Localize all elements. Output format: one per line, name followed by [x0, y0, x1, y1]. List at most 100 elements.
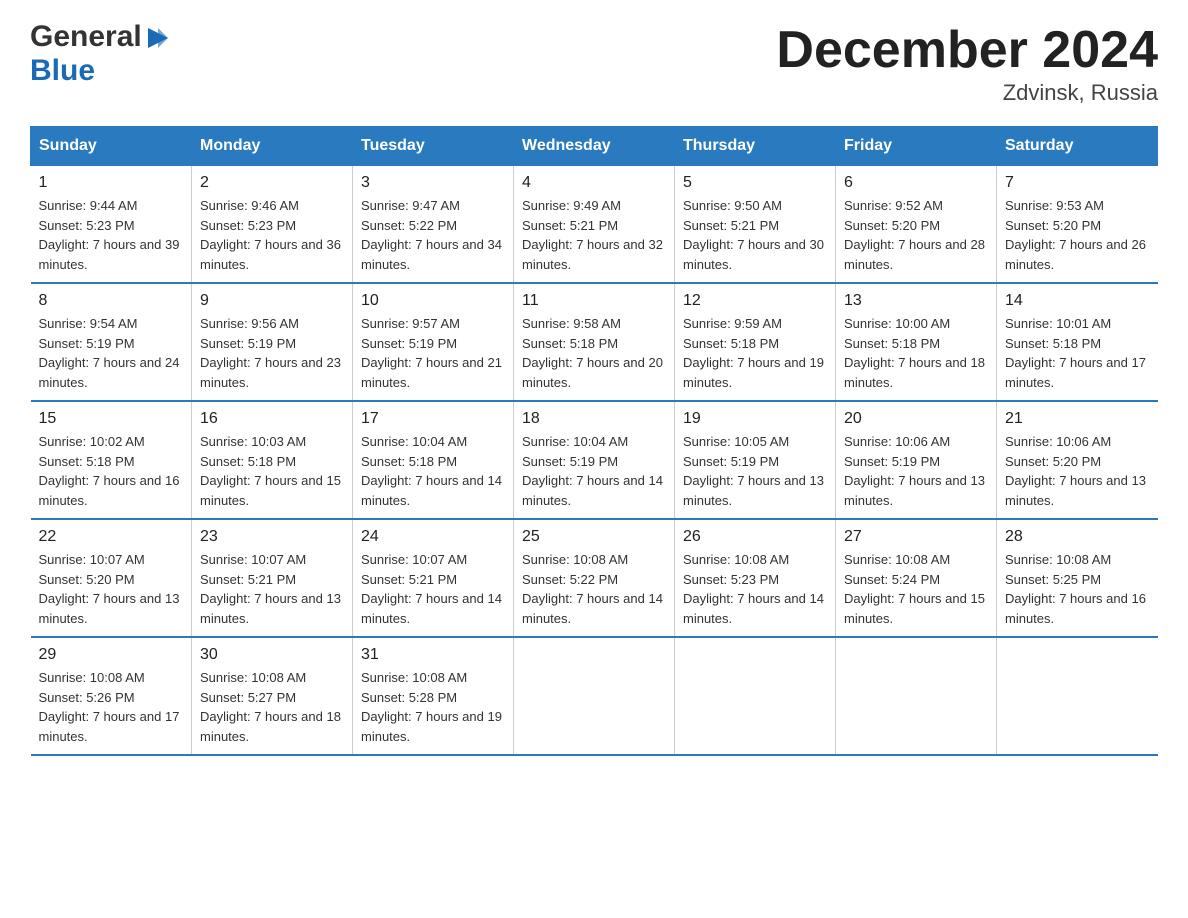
calendar-cell: 15 Sunrise: 10:02 AMSunset: 5:18 PMDayli… [31, 401, 192, 519]
day-info: Sunrise: 10:08 AMSunset: 5:25 PMDaylight… [1005, 550, 1150, 628]
day-number: 18 [522, 410, 666, 428]
calendar-table: SundayMondayTuesdayWednesdayThursdayFrid… [30, 126, 1158, 756]
day-number: 23 [200, 528, 344, 546]
calendar-cell: 8 Sunrise: 9:54 AMSunset: 5:19 PMDayligh… [31, 283, 192, 401]
calendar-week-row: 29 Sunrise: 10:08 AMSunset: 5:26 PMDayli… [31, 637, 1158, 755]
day-info: Sunrise: 9:46 AMSunset: 5:23 PMDaylight:… [200, 196, 344, 274]
calendar-cell: 3 Sunrise: 9:47 AMSunset: 5:22 PMDayligh… [353, 166, 514, 284]
calendar-cell [836, 637, 997, 755]
day-number: 17 [361, 410, 505, 428]
day-header-friday: Friday [836, 127, 997, 166]
day-info: Sunrise: 9:49 AMSunset: 5:21 PMDaylight:… [522, 196, 666, 274]
calendar-cell: 5 Sunrise: 9:50 AMSunset: 5:21 PMDayligh… [675, 166, 836, 284]
day-info: Sunrise: 10:07 AMSunset: 5:21 PMDaylight… [200, 550, 344, 628]
day-info: Sunrise: 9:54 AMSunset: 5:19 PMDaylight:… [39, 314, 184, 392]
day-header-saturday: Saturday [997, 127, 1158, 166]
day-header-monday: Monday [192, 127, 353, 166]
calendar-week-row: 22 Sunrise: 10:07 AMSunset: 5:20 PMDayli… [31, 519, 1158, 637]
calendar-cell: 12 Sunrise: 9:59 AMSunset: 5:18 PMDaylig… [675, 283, 836, 401]
day-number: 30 [200, 646, 344, 664]
calendar-cell: 22 Sunrise: 10:07 AMSunset: 5:20 PMDayli… [31, 519, 192, 637]
day-info: Sunrise: 10:03 AMSunset: 5:18 PMDaylight… [200, 432, 344, 510]
calendar-cell: 27 Sunrise: 10:08 AMSunset: 5:24 PMDayli… [836, 519, 997, 637]
day-info: Sunrise: 10:06 AMSunset: 5:20 PMDaylight… [1005, 432, 1150, 510]
day-number: 9 [200, 292, 344, 310]
calendar-cell: 30 Sunrise: 10:08 AMSunset: 5:27 PMDayli… [192, 637, 353, 755]
day-number: 6 [844, 174, 988, 192]
day-info: Sunrise: 10:06 AMSunset: 5:19 PMDaylight… [844, 432, 988, 510]
day-number: 21 [1005, 410, 1150, 428]
page-title: December 2024 [776, 20, 1158, 80]
day-number: 27 [844, 528, 988, 546]
day-info: Sunrise: 10:08 AMSunset: 5:26 PMDaylight… [39, 668, 184, 746]
day-number: 20 [844, 410, 988, 428]
day-info: Sunrise: 9:47 AMSunset: 5:22 PMDaylight:… [361, 196, 505, 274]
day-info: Sunrise: 10:04 AMSunset: 5:18 PMDaylight… [361, 432, 505, 510]
calendar-cell: 14 Sunrise: 10:01 AMSunset: 5:18 PMDayli… [997, 283, 1158, 401]
day-number: 2 [200, 174, 344, 192]
calendar-cell: 9 Sunrise: 9:56 AMSunset: 5:19 PMDayligh… [192, 283, 353, 401]
day-info: Sunrise: 10:02 AMSunset: 5:18 PMDaylight… [39, 432, 184, 510]
day-number: 11 [522, 292, 666, 310]
day-header-wednesday: Wednesday [514, 127, 675, 166]
day-info: Sunrise: 10:07 AMSunset: 5:20 PMDaylight… [39, 550, 184, 628]
day-info: Sunrise: 10:08 AMSunset: 5:24 PMDaylight… [844, 550, 988, 628]
logo-arrow-icon [144, 24, 172, 52]
day-info: Sunrise: 9:56 AMSunset: 5:19 PMDaylight:… [200, 314, 344, 392]
calendar-cell: 29 Sunrise: 10:08 AMSunset: 5:26 PMDayli… [31, 637, 192, 755]
calendar-cell: 4 Sunrise: 9:49 AMSunset: 5:21 PMDayligh… [514, 166, 675, 284]
day-number: 8 [39, 292, 184, 310]
calendar-cell: 11 Sunrise: 9:58 AMSunset: 5:18 PMDaylig… [514, 283, 675, 401]
day-info: Sunrise: 10:00 AMSunset: 5:18 PMDaylight… [844, 314, 988, 392]
logo-general-text: General [30, 20, 142, 54]
logo: General Blue [30, 20, 172, 88]
calendar-cell: 1 Sunrise: 9:44 AMSunset: 5:23 PMDayligh… [31, 166, 192, 284]
calendar-week-row: 8 Sunrise: 9:54 AMSunset: 5:19 PMDayligh… [31, 283, 1158, 401]
calendar-cell: 26 Sunrise: 10:08 AMSunset: 5:23 PMDayli… [675, 519, 836, 637]
day-number: 16 [200, 410, 344, 428]
calendar-cell [997, 637, 1158, 755]
page-header: General Blue December 2024 Zdvinsk, Russ… [30, 20, 1158, 106]
day-info: Sunrise: 9:52 AMSunset: 5:20 PMDaylight:… [844, 196, 988, 274]
calendar-cell: 21 Sunrise: 10:06 AMSunset: 5:20 PMDayli… [997, 401, 1158, 519]
calendar-cell: 2 Sunrise: 9:46 AMSunset: 5:23 PMDayligh… [192, 166, 353, 284]
day-info: Sunrise: 10:04 AMSunset: 5:19 PMDaylight… [522, 432, 666, 510]
calendar-cell: 6 Sunrise: 9:52 AMSunset: 5:20 PMDayligh… [836, 166, 997, 284]
title-block: December 2024 Zdvinsk, Russia [776, 20, 1158, 106]
day-number: 13 [844, 292, 988, 310]
day-info: Sunrise: 10:07 AMSunset: 5:21 PMDaylight… [361, 550, 505, 628]
calendar-cell: 13 Sunrise: 10:00 AMSunset: 5:18 PMDayli… [836, 283, 997, 401]
day-info: Sunrise: 10:01 AMSunset: 5:18 PMDaylight… [1005, 314, 1150, 392]
day-info: Sunrise: 10:05 AMSunset: 5:19 PMDaylight… [683, 432, 827, 510]
day-info: Sunrise: 9:50 AMSunset: 5:21 PMDaylight:… [683, 196, 827, 274]
calendar-cell [514, 637, 675, 755]
calendar-header-row: SundayMondayTuesdayWednesdayThursdayFrid… [31, 127, 1158, 166]
calendar-week-row: 1 Sunrise: 9:44 AMSunset: 5:23 PMDayligh… [31, 166, 1158, 284]
day-number: 5 [683, 174, 827, 192]
day-info: Sunrise: 9:59 AMSunset: 5:18 PMDaylight:… [683, 314, 827, 392]
day-info: Sunrise: 9:44 AMSunset: 5:23 PMDaylight:… [39, 196, 184, 274]
day-number: 19 [683, 410, 827, 428]
day-number: 22 [39, 528, 184, 546]
day-info: Sunrise: 9:58 AMSunset: 5:18 PMDaylight:… [522, 314, 666, 392]
calendar-cell [675, 637, 836, 755]
calendar-cell: 17 Sunrise: 10:04 AMSunset: 5:18 PMDayli… [353, 401, 514, 519]
calendar-cell: 31 Sunrise: 10:08 AMSunset: 5:28 PMDayli… [353, 637, 514, 755]
calendar-cell: 18 Sunrise: 10:04 AMSunset: 5:19 PMDayli… [514, 401, 675, 519]
day-header-sunday: Sunday [31, 127, 192, 166]
day-number: 24 [361, 528, 505, 546]
day-info: Sunrise: 10:08 AMSunset: 5:22 PMDaylight… [522, 550, 666, 628]
day-header-thursday: Thursday [675, 127, 836, 166]
day-number: 26 [683, 528, 827, 546]
day-number: 12 [683, 292, 827, 310]
day-number: 1 [39, 174, 184, 192]
day-info: Sunrise: 10:08 AMSunset: 5:27 PMDaylight… [200, 668, 344, 746]
day-number: 31 [361, 646, 505, 664]
day-info: Sunrise: 10:08 AMSunset: 5:23 PMDaylight… [683, 550, 827, 628]
day-info: Sunrise: 9:57 AMSunset: 5:19 PMDaylight:… [361, 314, 505, 392]
day-number: 15 [39, 410, 184, 428]
day-header-tuesday: Tuesday [353, 127, 514, 166]
day-number: 4 [522, 174, 666, 192]
calendar-cell: 16 Sunrise: 10:03 AMSunset: 5:18 PMDayli… [192, 401, 353, 519]
day-number: 29 [39, 646, 184, 664]
